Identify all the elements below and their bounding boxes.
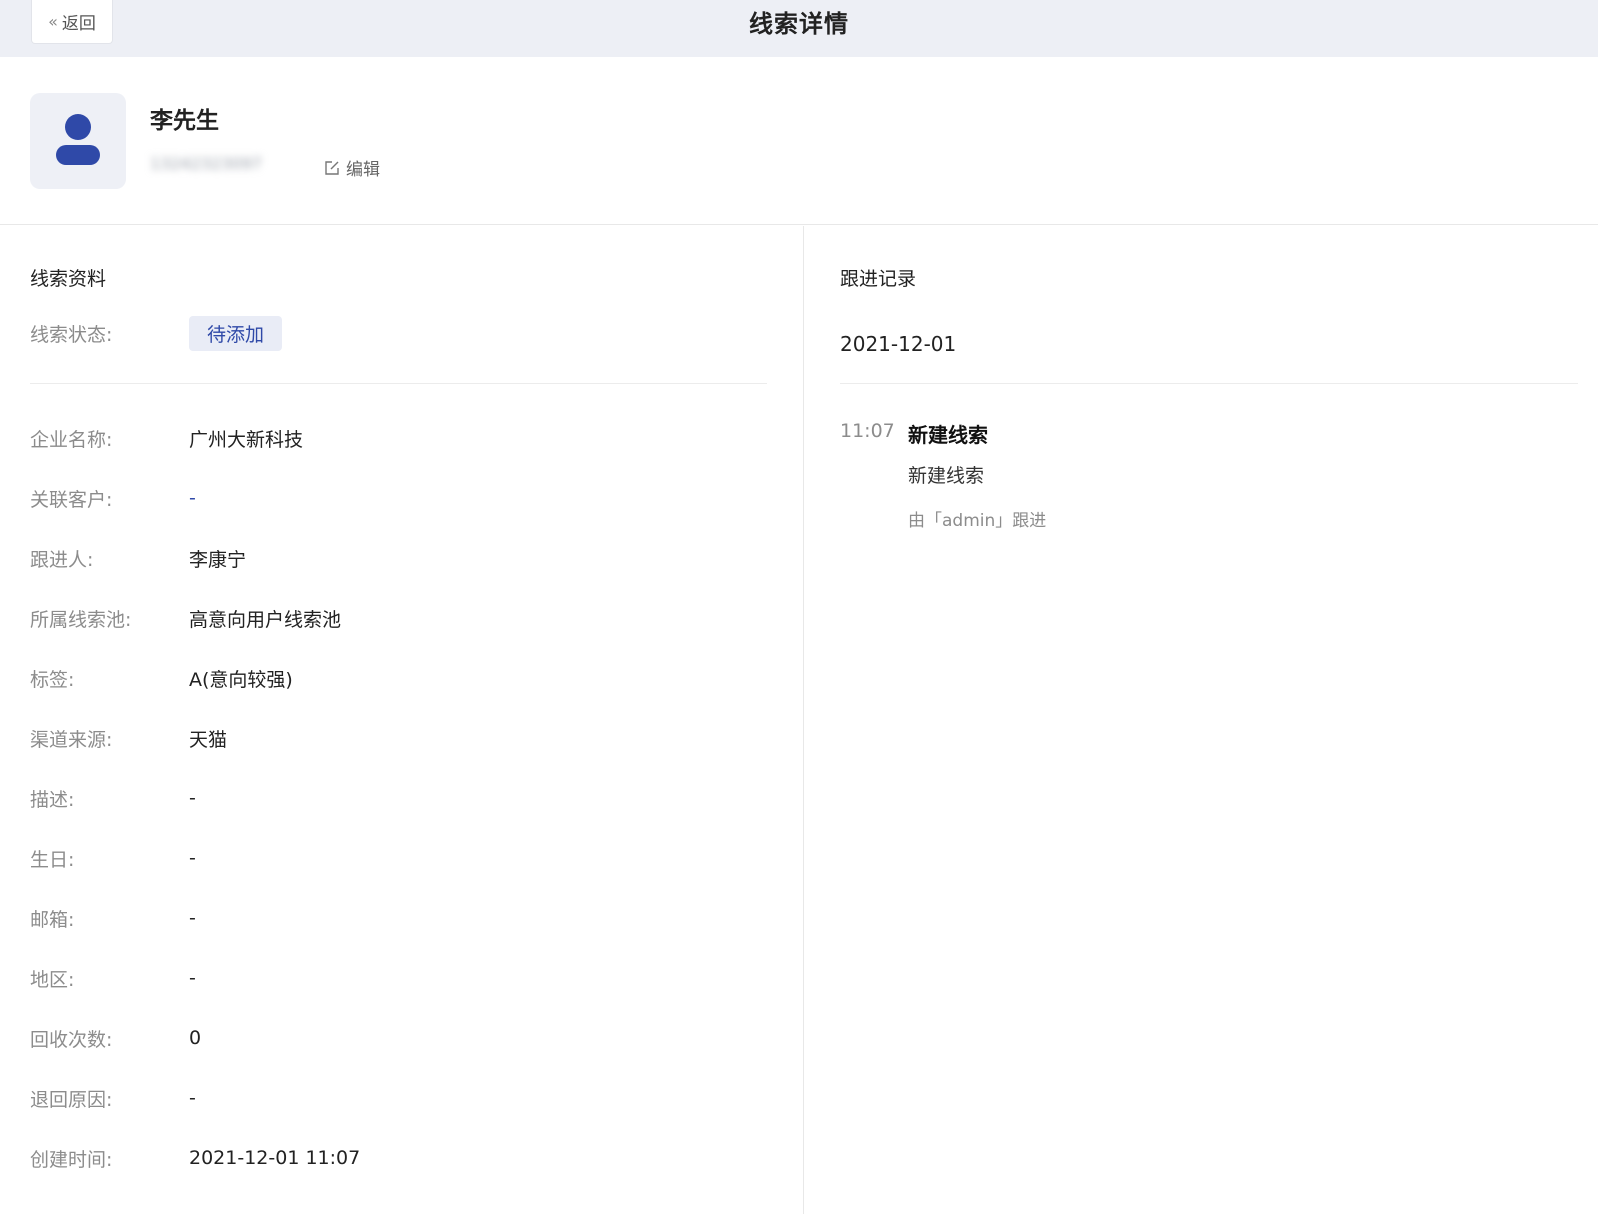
status-badge: 待添加 — [189, 316, 283, 351]
field-row-channel: 渠道来源: 天猫 — [30, 708, 767, 768]
field-label: 渠道来源: — [30, 728, 113, 751]
field-label: 地区: — [30, 968, 75, 991]
page-title: 线索详情 — [749, 10, 849, 38]
field-row-recycle-count: 回收次数: 0 — [30, 1008, 767, 1068]
lead-info-title: 线索资料 — [30, 268, 107, 290]
edit-button[interactable]: 编辑 — [324, 155, 380, 180]
field-value: 2021-12-01 11:07 — [189, 1147, 361, 1169]
field-row-tag: 标签: A(意向较强) — [30, 648, 767, 708]
divider — [840, 383, 1578, 384]
profile-card: 李先生 13242323097 编辑 — [0, 57, 1598, 225]
lead-phone: 13242323097 — [150, 154, 262, 173]
field-label: 企业名称: — [30, 428, 113, 451]
field-row-pool: 所属线索池: 高意向用户线索池 — [30, 588, 767, 648]
follow-up-title: 跟进记录 — [840, 268, 917, 290]
status-label: 线索状态: — [30, 324, 113, 346]
field-row-customer: 关联客户: - — [30, 468, 767, 528]
field-value: 李康宁 — [189, 548, 247, 571]
field-label: 跟进人: — [30, 548, 94, 571]
field-row-created-at: 创建时间: 2021-12-01 11:07 — [30, 1128, 767, 1188]
field-row-owner: 跟进人: 李康宁 — [30, 528, 767, 588]
status-row: 线索状态: 待添加 — [30, 316, 283, 351]
field-label: 所属线索池: — [30, 608, 132, 631]
field-value: 0 — [189, 1027, 202, 1049]
divider — [30, 383, 767, 384]
field-value: 广州大新科技 — [189, 428, 304, 451]
field-row-region: 地区: - — [30, 948, 767, 1008]
field-row-return-reason: 退回原因: - — [30, 1068, 767, 1128]
field-label: 退回原因: — [30, 1088, 113, 1111]
field-label: 回收次数: — [30, 1028, 113, 1051]
edit-label: 编辑 — [346, 160, 380, 180]
avatar — [30, 93, 126, 189]
field-label: 生日: — [30, 848, 75, 871]
field-label: 标签: — [30, 668, 75, 691]
field-label: 邮箱: — [30, 908, 75, 931]
field-row-email: 邮箱: - — [30, 888, 767, 948]
field-value: A(意向较强) — [189, 668, 293, 691]
record-date: 2021-12-01 — [840, 332, 957, 356]
field-label: 关联客户: — [30, 488, 113, 511]
field-value: - — [189, 907, 196, 929]
field-value: - — [189, 847, 196, 869]
top-bar: « 返回 线索详情 — [0, 0, 1598, 57]
field-value: - — [189, 787, 196, 809]
field-label: 创建时间: — [30, 1148, 113, 1171]
record-description: 新建线索 — [908, 465, 985, 487]
field-value: 天猫 — [189, 728, 228, 751]
record-author: 由「admin」跟进 — [908, 511, 1047, 531]
field-value: - — [189, 967, 196, 989]
record-title: 新建线索 — [908, 423, 988, 447]
record-time: 11:07 — [840, 420, 895, 442]
field-label: 描述: — [30, 788, 75, 811]
field-value: 高意向用户线索池 — [189, 608, 342, 631]
field-row-description: 描述: - — [30, 768, 767, 828]
related-customer-link[interactable]: - — [189, 487, 196, 509]
field-list: 企业名称: 广州大新科技 关联客户: - 跟进人: 李康宁 所属线索池: 高意向… — [30, 408, 767, 1188]
user-icon — [56, 114, 100, 165]
column-divider — [803, 226, 804, 1214]
field-row-company: 企业名称: 广州大新科技 — [30, 408, 767, 468]
lead-name: 李先生 — [150, 108, 219, 134]
field-value: - — [189, 1087, 196, 1109]
edit-icon — [325, 160, 339, 175]
field-row-birthday: 生日: - — [30, 828, 767, 888]
